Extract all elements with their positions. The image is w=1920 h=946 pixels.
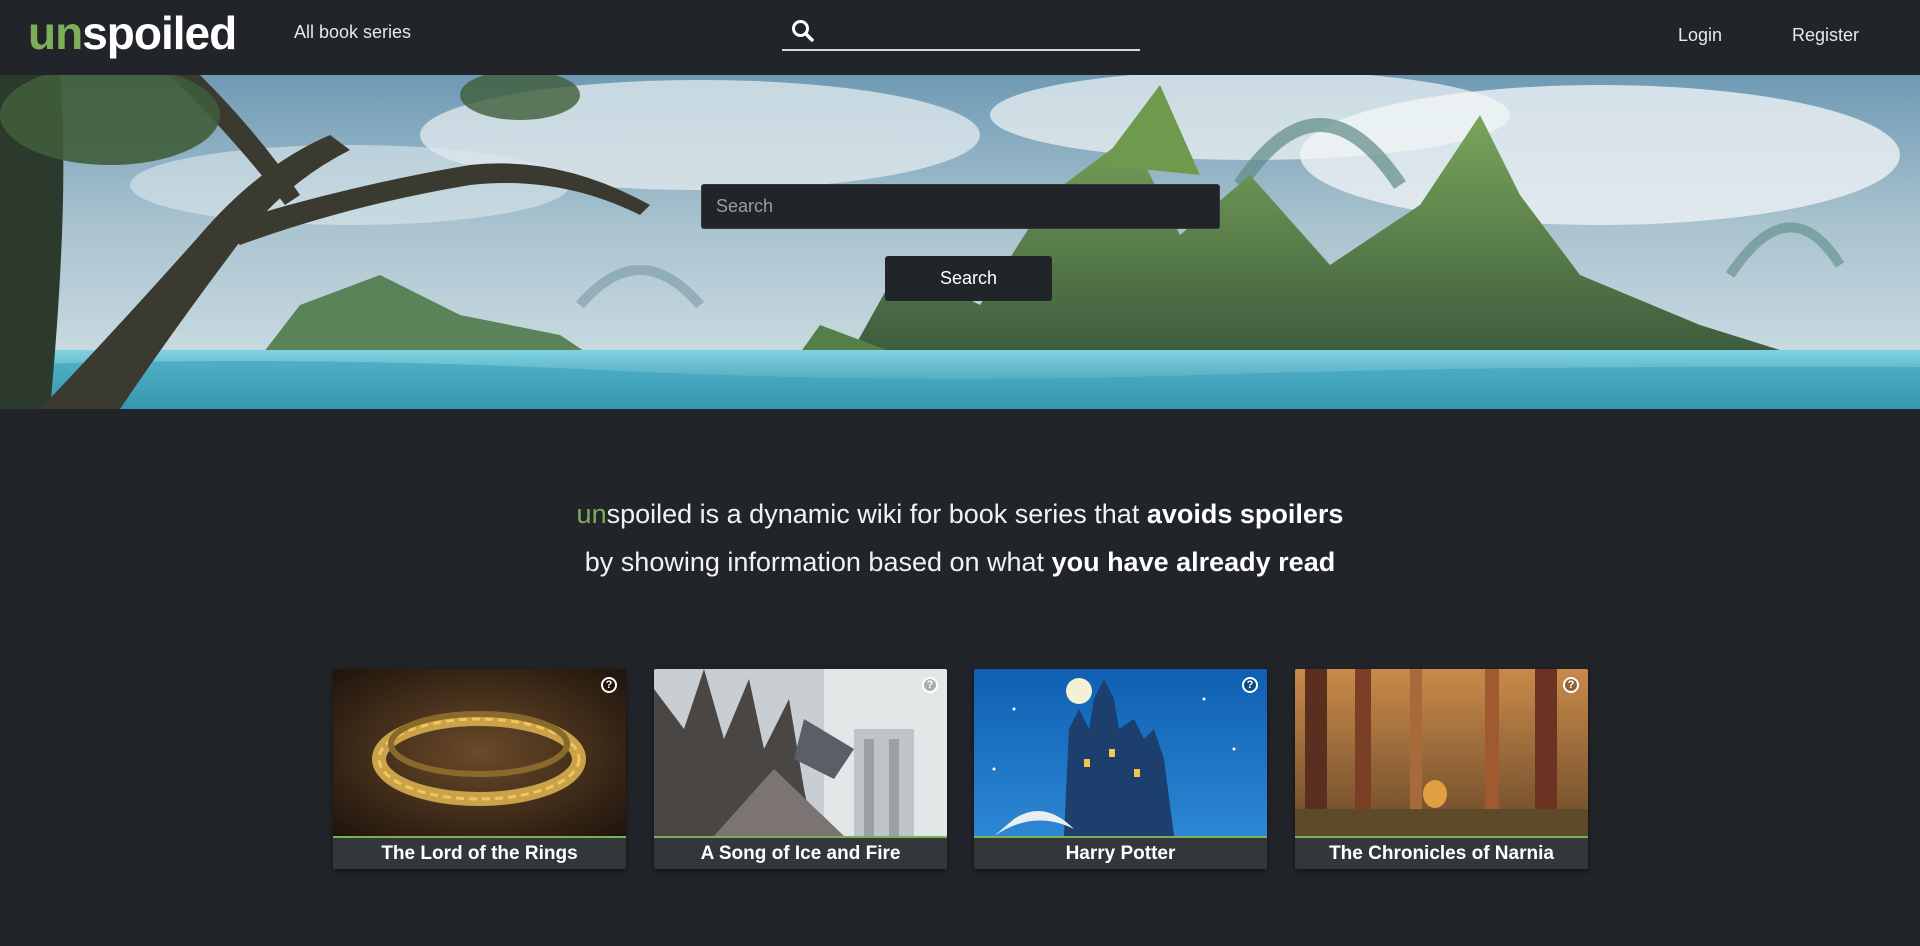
narnia-forest-image — [1295, 669, 1588, 836]
series-title: A Song of Ice and Fire — [654, 836, 947, 869]
help-icon[interactable]: ? — [1563, 677, 1579, 693]
nav-all-book-series[interactable]: All book series — [294, 21, 411, 43]
tagline-part-1: spoiled is a dynamic wiki for book serie… — [606, 499, 1147, 529]
nav-search-input[interactable] — [826, 16, 1132, 46]
one-ring-image — [333, 669, 626, 836]
fantasy-landscape-image — [0, 75, 1920, 409]
login-link[interactable]: Login — [1678, 24, 1722, 46]
tagline-already-read: you have already read — [1051, 547, 1336, 577]
register-link[interactable]: Register — [1792, 24, 1859, 46]
series-card-harry-potter[interactable]: ? Harry Potter — [974, 669, 1267, 869]
series-card-song-of-ice-and-fire[interactable]: ? A Song of Ice and Fire — [654, 669, 947, 869]
help-icon[interactable]: ? — [1242, 677, 1258, 693]
hero-search-button[interactable]: Search — [885, 256, 1052, 301]
tagline-line-1: unspoiled is a dynamic wiki for book ser… — [360, 490, 1560, 538]
search-icon[interactable] — [790, 18, 816, 44]
series-title: Harry Potter — [974, 836, 1267, 869]
tagline: unspoiled is a dynamic wiki for book ser… — [360, 490, 1560, 586]
tagline-avoids-spoilers: avoids spoilers — [1146, 499, 1344, 529]
logo-un: un — [28, 7, 83, 59]
series-title: The Lord of the Rings — [333, 836, 626, 869]
tagline-line-2: by showing information based on what you… — [360, 538, 1560, 586]
hogwarts-castle-image — [974, 669, 1267, 836]
hero-banner: Search — [0, 75, 1920, 409]
tagline-un: un — [576, 499, 607, 529]
tagline-part-2: by showing information based on what — [584, 547, 1052, 577]
logo[interactable]: unspoiled — [28, 7, 237, 59]
navbar: unspoiled All book series Login Register — [0, 0, 1920, 75]
iron-throne-image — [654, 669, 947, 836]
hero-search-input[interactable] — [701, 184, 1220, 229]
series-card-lord-of-the-rings[interactable]: ? The Lord of the Rings — [333, 669, 626, 869]
nav-search — [782, 12, 1140, 51]
series-card-chronicles-of-narnia[interactable]: ? The Chronicles of Narnia — [1295, 669, 1588, 869]
help-icon[interactable]: ? — [922, 677, 938, 693]
series-title: The Chronicles of Narnia — [1295, 836, 1588, 869]
logo-spoiled: spoiled — [82, 7, 237, 59]
help-icon[interactable]: ? — [601, 677, 617, 693]
